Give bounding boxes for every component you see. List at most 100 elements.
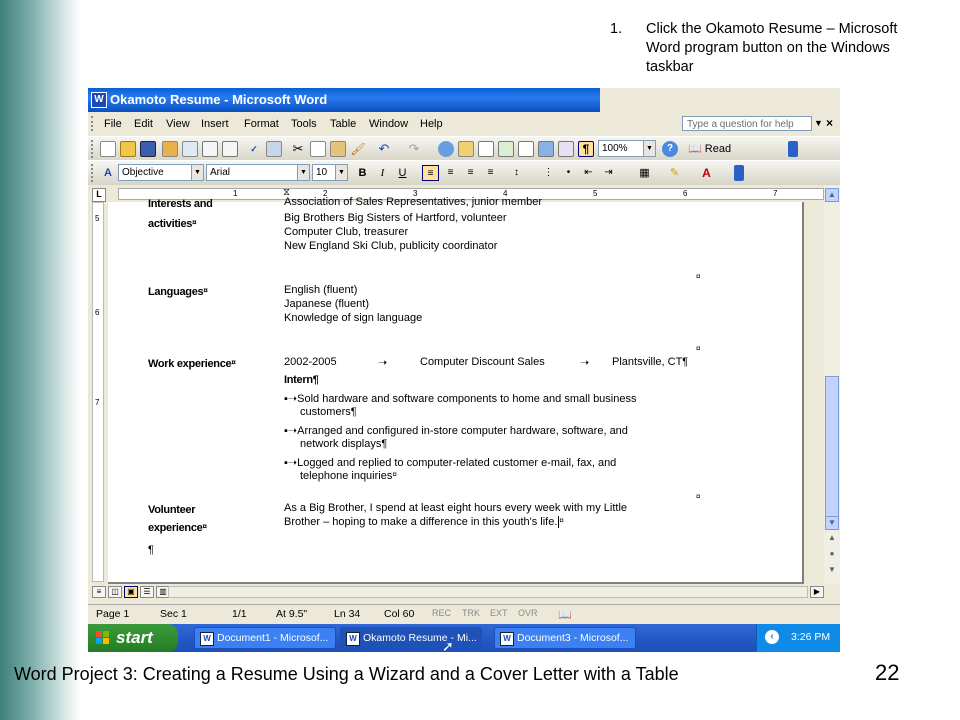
font-dropdown-icon[interactable]: ▼ [297,165,309,180]
scroll-thumb[interactable] [825,376,839,526]
copy-icon[interactable] [310,141,326,157]
scroll-down-icon[interactable]: ▼ [825,516,839,530]
format-painter-icon[interactable]: 🖌 [350,141,366,157]
underline-button[interactable]: U [394,165,411,181]
select-browse-object-icon[interactable]: ● [825,548,839,562]
numbering-icon[interactable]: ⋮ [540,165,557,181]
status-line: Ln 34 [334,608,361,620]
tables-borders-icon[interactable] [458,141,474,157]
font-color-icon[interactable]: A [698,165,715,181]
start-button[interactable]: start [88,624,178,652]
bold-button[interactable]: B [354,165,371,181]
spelling-icon[interactable]: ✓ [246,141,262,157]
standard-toolbar-grip[interactable] [91,140,96,158]
decrease-indent-icon[interactable]: ⇤ [580,165,597,181]
bullet-line: ▪➝Arranged and configured in-store compu… [284,425,628,437]
scroll-up-icon[interactable]: ▲ [825,188,839,202]
drawing-icon[interactable] [538,141,554,157]
horizontal-scrollbar[interactable] [168,586,808,598]
read-button[interactable]: 📖 Read [688,141,748,157]
bullets-icon[interactable]: • [560,165,577,181]
formatting-options-icon[interactable] [734,165,744,181]
taskbar-button-okamoto-resume[interactable]: W Okamoto Resume - Mi... [340,627,482,649]
insert-table-icon[interactable] [478,141,494,157]
print-layout-icon[interactable]: ▣ [124,586,138,598]
document-map-icon[interactable] [558,141,574,157]
taskbar-button-document3[interactable]: W Document3 - Microsof... [494,627,636,649]
title-bar: W Okamoto Resume - Microsoft Word [88,88,600,112]
menu-table[interactable]: Table [330,118,356,130]
font-combo[interactable]: Arial ▼ [206,164,310,181]
status-ext[interactable]: EXT [490,608,508,618]
scroll-right-icon[interactable]: ▶ [810,586,824,598]
ask-dropdown-icon[interactable]: ▼ [814,118,823,128]
redo-icon[interactable]: ↷ [406,141,422,157]
font-size-dropdown-icon[interactable]: ▼ [335,165,347,180]
print-preview-icon[interactable] [222,141,238,157]
status-trk[interactable]: TRK [462,608,480,618]
end-of-row-mark: ¤ [696,272,701,281]
system-tray: ‹ 3:26 PM [756,624,840,652]
menu-file[interactable]: File [104,118,122,130]
line-spacing-icon[interactable]: ↕ [508,165,525,181]
zoom-dropdown-icon[interactable]: ▼ [643,141,655,156]
permission-icon[interactable] [162,141,178,157]
status-rec[interactable]: REC [432,608,451,618]
clock[interactable]: 3:26 PM [791,631,830,643]
style-dropdown-icon[interactable]: ▼ [191,165,203,180]
spelling-status-icon[interactable]: 📖 [558,608,572,621]
font-size-combo[interactable]: 10 ▼ [312,164,348,181]
taskbar-button-document1[interactable]: W Document1 - Microsof... [194,627,336,649]
save-icon[interactable] [140,141,156,157]
borders-icon[interactable]: ▦ [636,165,653,181]
menu-format[interactable]: Format [244,118,279,130]
web-layout-icon[interactable]: ◫ [108,586,122,598]
formatting-toolbar-grip[interactable] [91,164,96,182]
ask-question-input[interactable]: Type a question for help [682,116,812,131]
outline-view-icon[interactable]: ☰ [140,586,154,598]
align-center-icon[interactable]: ≡ [442,165,459,181]
menu-edit[interactable]: Edit [134,118,153,130]
next-page-icon[interactable]: ▼ [825,564,839,578]
research-icon[interactable] [266,141,282,157]
hyperlink-icon[interactable] [438,141,454,157]
show-hide-pilcrow-icon[interactable]: ¶ [578,141,594,157]
menu-window[interactable]: Window [369,118,408,130]
document-page[interactable]: Interests and activities ¤ Association of… [108,196,802,582]
toolbar-options-icon[interactable] [788,141,798,157]
zoom-value: 100% [602,143,628,154]
new-document-icon[interactable] [100,141,116,157]
open-folder-icon[interactable] [120,141,136,157]
help-icon[interactable]: ? [662,141,678,157]
vertical-ruler-strip[interactable] [92,202,104,582]
email-icon[interactable] [182,141,198,157]
justify-icon[interactable]: ≡ [482,165,499,181]
tray-expand-icon[interactable]: ‹ [765,630,779,644]
menu-help[interactable]: Help [420,118,443,130]
menu-insert[interactable]: Insert [201,118,229,130]
vertical-scrollbar[interactable]: ▲ ▼ ▲ ● ▼ [824,186,840,584]
italic-button[interactable]: I [374,165,391,181]
tab-selector-icon[interactable]: L [92,188,106,202]
cut-icon[interactable]: ✂ [290,141,306,157]
align-left-icon[interactable]: ≡ [422,165,439,181]
previous-page-icon[interactable]: ▲ [825,532,839,546]
print-icon[interactable] [202,141,218,157]
styles-pane-icon[interactable]: A [100,165,116,181]
close-document-icon[interactable]: × [826,116,833,130]
paste-icon[interactable] [330,141,346,157]
style-combo[interactable]: Objective ▼ [118,164,204,181]
align-right-icon[interactable]: ≡ [462,165,479,181]
insert-excel-icon[interactable] [498,141,514,157]
status-ovr[interactable]: OVR [518,608,538,618]
zoom-combo[interactable]: 100% ▼ [598,140,656,157]
menu-tools[interactable]: Tools [291,118,317,130]
job-title: Intern¶ [284,374,319,386]
highlight-icon[interactable]: ✎ [666,165,683,181]
columns-icon[interactable] [518,141,534,157]
menu-view[interactable]: View [166,118,190,130]
increase-indent-icon[interactable]: ⇥ [600,165,617,181]
undo-icon[interactable]: ↶ [376,141,392,157]
menubar-grip[interactable] [91,116,96,131]
normal-view-icon[interactable]: ≡ [92,586,106,598]
